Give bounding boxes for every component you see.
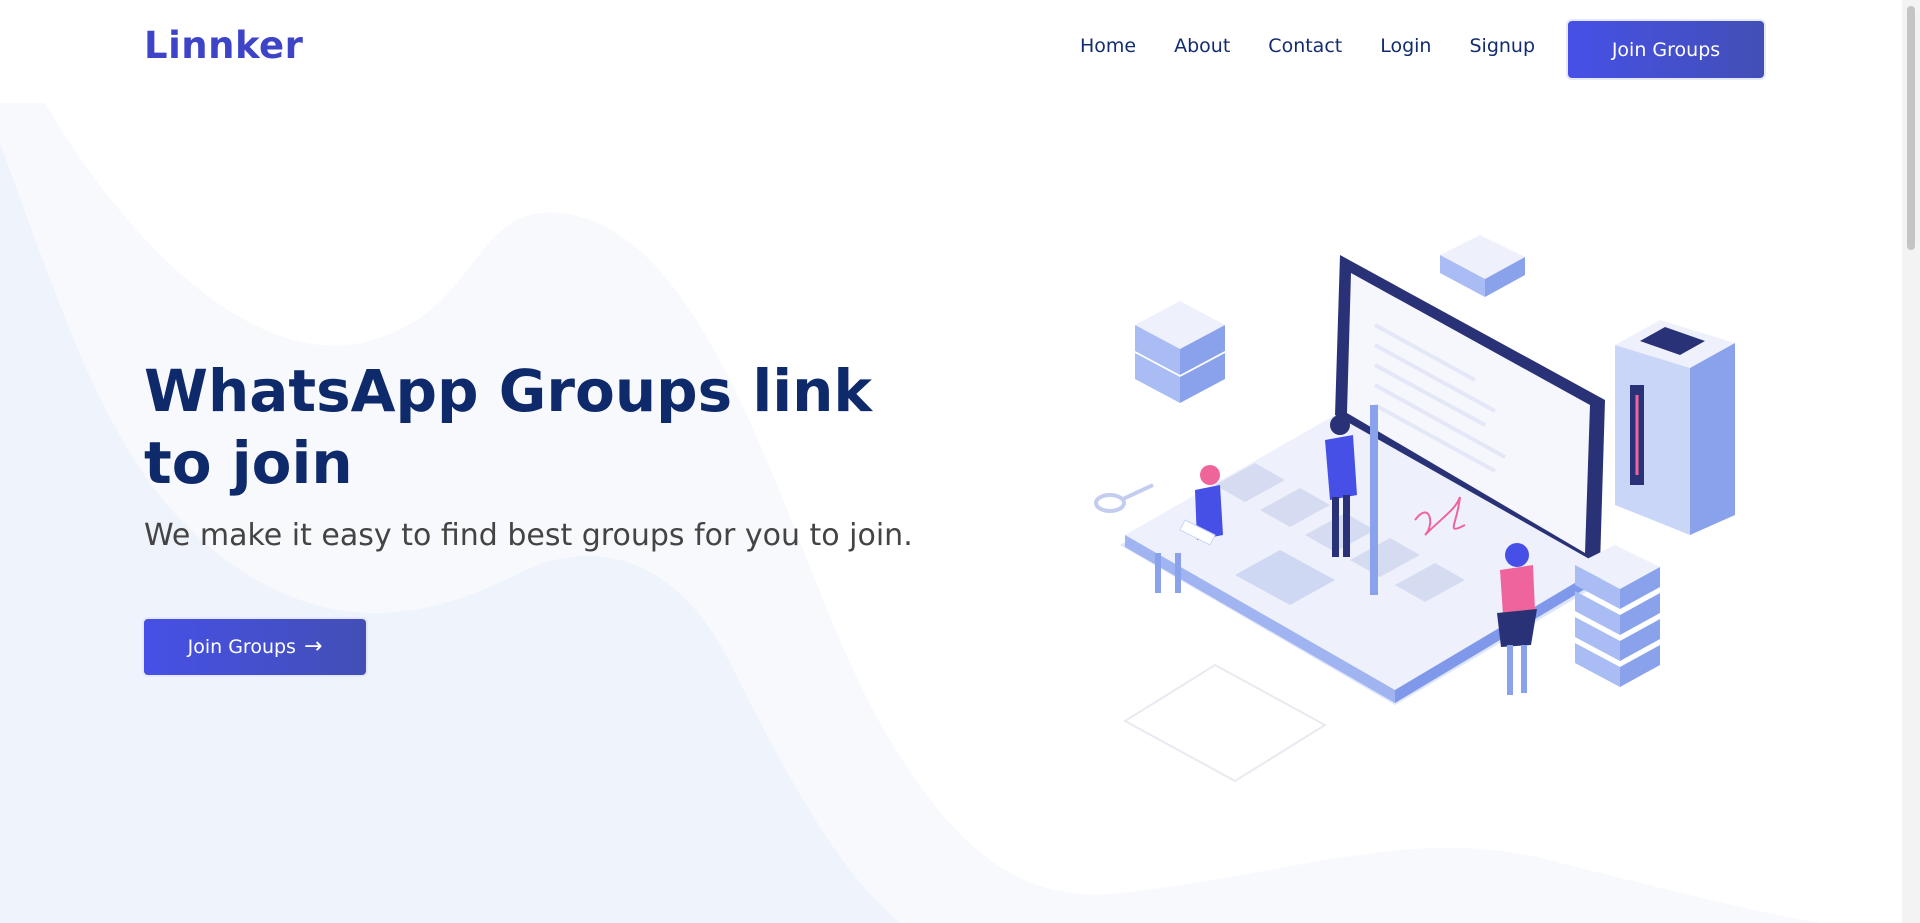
arrow-right-icon: → (303, 634, 323, 659)
hero-title: WhatsApp Groups link to join (144, 357, 872, 497)
nav-home-link[interactable]: Home (1080, 35, 1136, 57)
server-tower (1615, 320, 1735, 535)
server-left (1135, 301, 1225, 403)
header-join-groups-label: Join Groups (1611, 38, 1721, 61)
hero-join-groups-label: Join Groups (187, 636, 296, 658)
nav-about-link[interactable]: About (1174, 35, 1230, 57)
main-nav: Home About Contact Login Signup (1080, 35, 1573, 57)
brand-logo[interactable]: Linnker (144, 24, 303, 67)
hero-join-groups-button[interactable]: Join Groups → (144, 619, 366, 675)
nav-signup-link[interactable]: Signup (1469, 35, 1535, 57)
header-join-groups-button[interactable]: Join Groups (1568, 21, 1764, 78)
page-scrollbar[interactable] (1902, 0, 1920, 923)
nav-login-link[interactable]: Login (1380, 35, 1431, 57)
scrollbar-thumb[interactable] (1907, 6, 1915, 250)
hero-illustration (1094, 235, 1735, 783)
nav-contact-link[interactable]: Contact (1268, 35, 1342, 57)
site-header: Linnker Home About Contact Login Signup … (0, 0, 1902, 103)
hero-subtitle: We make it easy to find best groups for … (144, 518, 913, 553)
key-icon (1094, 483, 1154, 513)
server-top (1440, 235, 1525, 297)
page: Linnker Home About Contact Login Signup … (0, 0, 1920, 923)
server-right (1575, 545, 1660, 687)
